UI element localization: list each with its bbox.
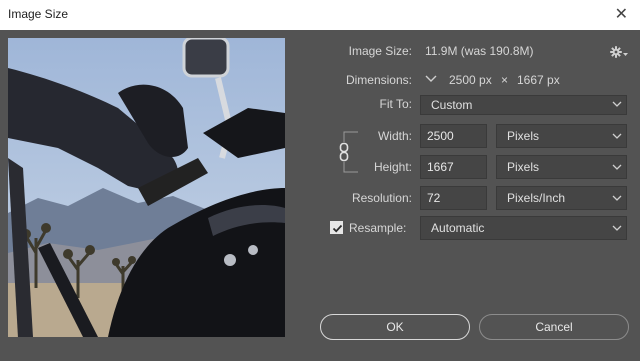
width-label: Width:: [377, 129, 412, 143]
fit-to-select[interactable]: Custom: [420, 95, 627, 115]
chevron-down-icon: [612, 101, 622, 107]
chevron-down-icon: [612, 195, 622, 201]
fit-to-value: Custom: [431, 98, 473, 112]
chevron-down-icon: [612, 133, 622, 139]
height-input[interactable]: 1667: [420, 155, 487, 179]
title-bar: Image Size ✕: [0, 0, 640, 30]
fit-to-label: Fit To:: [379, 97, 412, 111]
image-size-value: 11.9M (was 190.8M): [425, 44, 534, 58]
gear-icon[interactable]: [609, 44, 629, 60]
cancel-button[interactable]: Cancel: [479, 314, 629, 340]
preview-photo: [8, 38, 285, 337]
resample-checkbox[interactable]: [330, 221, 343, 234]
height-label: Height:: [373, 160, 412, 174]
dimensions-toggle[interactable]: [424, 72, 438, 86]
chevron-down-icon: [612, 225, 622, 231]
resolution-unit-select[interactable]: Pixels/Inch: [496, 186, 627, 210]
ok-button[interactable]: OK: [320, 314, 470, 340]
dimensions-height: 1667 px: [517, 73, 560, 87]
resample-method-value: Automatic: [431, 221, 485, 235]
dimensions-label: Dimensions:: [345, 73, 412, 87]
link-icon[interactable]: [338, 142, 350, 162]
image-size-label: Image Size:: [348, 44, 412, 58]
height-unit-select[interactable]: Pixels: [496, 155, 627, 179]
resample-label: Resample:: [349, 221, 407, 235]
dialog-title: Image Size: [8, 7, 69, 21]
chevron-down-icon: [612, 164, 622, 170]
width-unit-value: Pixels: [507, 129, 540, 143]
image-preview[interactable]: [8, 38, 285, 337]
checkmark-icon: [332, 224, 343, 233]
dimensions-width: 2500 px: [449, 73, 492, 87]
resolution-label: Resolution:: [351, 191, 412, 205]
width-unit-select[interactable]: Pixels: [496, 124, 627, 148]
height-unit-value: Pixels: [507, 160, 540, 174]
dimensions-separator: ×: [501, 73, 509, 87]
chevron-down-icon: [425, 75, 437, 82]
resolution-input[interactable]: 72: [420, 186, 487, 210]
width-input[interactable]: 2500: [420, 124, 487, 148]
resample-method-select[interactable]: Automatic: [420, 216, 627, 240]
close-icon[interactable]: ✕: [615, 4, 628, 24]
resolution-unit-value: Pixels/Inch: [507, 191, 566, 205]
